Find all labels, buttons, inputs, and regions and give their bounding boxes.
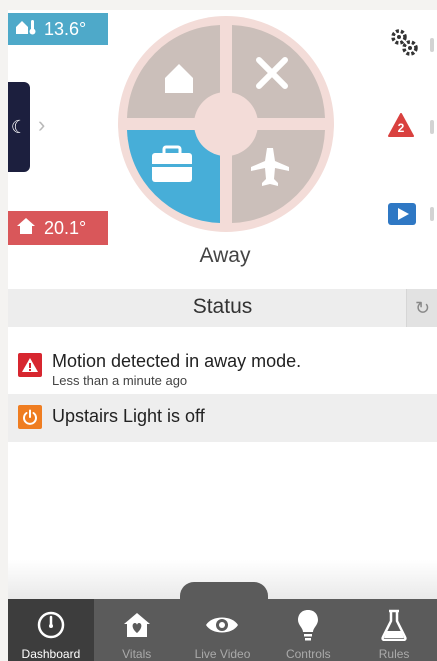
edge-handle	[430, 207, 434, 221]
current-mode-label: Away	[199, 244, 251, 267]
play-video-icon[interactable]	[388, 203, 416, 225]
night-mode-tab[interactable]: ☾	[8, 82, 30, 172]
house-heart-icon	[122, 607, 152, 643]
indoor-temp-value: 20.1°	[44, 217, 87, 238]
edge-handle	[430, 38, 434, 52]
flask-icon	[381, 607, 407, 643]
mode-wheel	[118, 16, 334, 232]
nav-live-video[interactable]: Live Video	[180, 599, 266, 661]
eye-icon	[204, 607, 240, 643]
thermometer-house-icon	[8, 19, 44, 40]
status-header: Status ↻	[8, 289, 437, 327]
nav-controls[interactable]: Controls	[265, 599, 351, 661]
bottom-navigation: Dashboard Vitals Live Video Controls Rul…	[8, 599, 437, 661]
nav-vitals[interactable]: Vitals	[94, 599, 180, 661]
refresh-icon: ↻	[414, 297, 431, 318]
nav-label: Vitals	[122, 647, 152, 661]
power-icon	[18, 405, 42, 429]
nav-label: Controls	[285, 647, 331, 661]
outdoor-temp-value: 13.6°	[44, 18, 87, 39]
alert-icon	[18, 353, 42, 377]
nav-label: Live Video	[194, 647, 251, 661]
nav-dashboard[interactable]: Dashboard	[8, 599, 94, 661]
nav-label: Rules	[378, 647, 410, 661]
outdoor-temperature[interactable]: 13.6°	[8, 13, 108, 45]
edge-handle	[430, 120, 434, 134]
alert-count-badge: 2	[397, 121, 405, 135]
chevron-right-icon[interactable]: ›	[38, 112, 45, 138]
notification-time: Less than a minute ago	[52, 373, 188, 388]
moon-icon: ☾	[10, 116, 28, 137]
gauge-icon	[36, 607, 66, 643]
notification-item[interactable]: Upstairs Light is off	[8, 394, 437, 442]
house-icon	[8, 217, 44, 240]
refresh-button[interactable]: ↻	[406, 289, 437, 327]
indoor-temperature[interactable]: 20.1°	[8, 211, 108, 245]
nav-rules[interactable]: Rules	[351, 599, 437, 661]
status-title: Status	[192, 295, 253, 318]
lightbulb-icon	[297, 607, 319, 643]
notification-title: Motion detected in away mode.	[52, 351, 302, 371]
notification-title: Upstairs Light is off	[52, 406, 205, 426]
notification-item[interactable]: Motion detected in away mode. Less than …	[8, 346, 437, 392]
nav-label: Dashboard	[21, 647, 81, 661]
alerts-button[interactable]: 2	[388, 113, 414, 142]
settings-gear-icon[interactable]	[388, 28, 424, 58]
